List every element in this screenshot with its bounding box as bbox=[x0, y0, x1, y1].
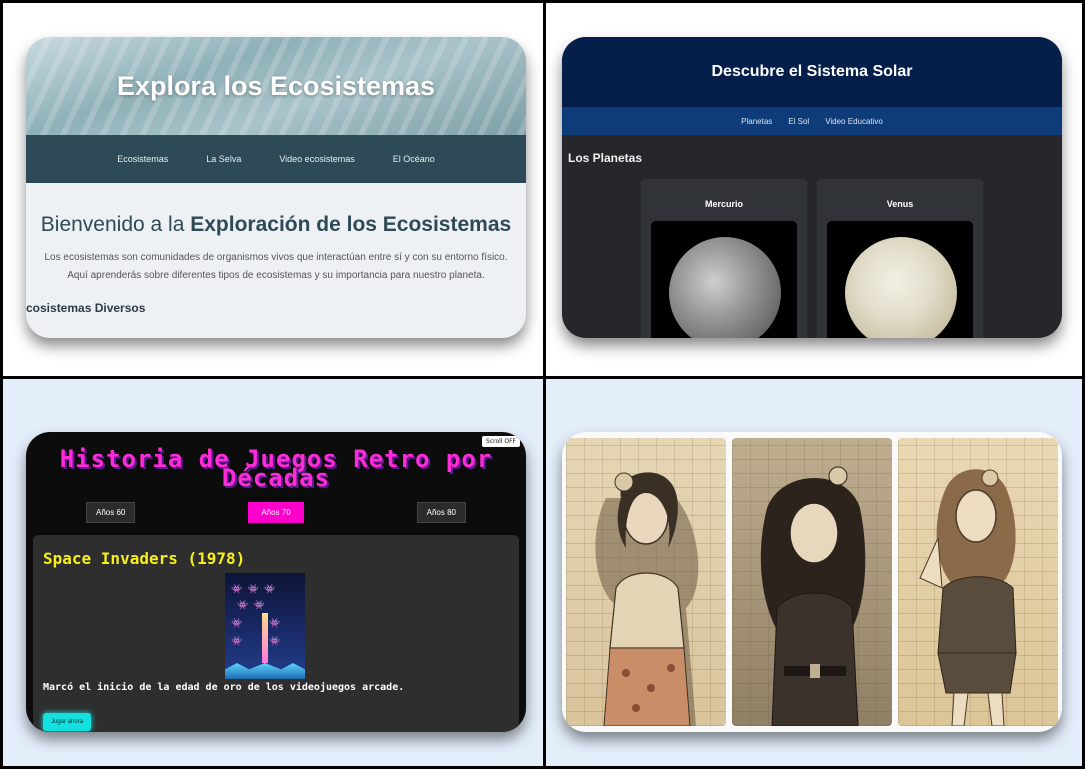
illustration-panel-1 bbox=[566, 438, 726, 726]
solar-title: Descubre el Sistema Solar bbox=[711, 63, 913, 80]
intro-line-1: Los ecosistemas son comunidades de organ… bbox=[44, 252, 508, 263]
solar-header: Descubre el Sistema Solar bbox=[562, 37, 1062, 107]
woman-portrait-icon bbox=[760, 466, 866, 726]
game-panel: Space Invaders (1978) 👾 👾 👾 👾 👾 👾 👾 👾 👾 … bbox=[33, 535, 519, 732]
nav-link-planetas[interactable]: Planetas bbox=[741, 117, 772, 126]
play-now-button[interactable]: Jugar ahora bbox=[43, 713, 92, 731]
retro-games-page-preview: Scroll OFF Historia de Juegos Retro por D… bbox=[26, 432, 526, 732]
game-description: Marcó el inicio de la edad de oro de los… bbox=[43, 682, 405, 693]
nav-link-el-sol[interactable]: El Sol bbox=[788, 117, 809, 126]
scroll-toggle-badge[interactable]: Scroll OFF bbox=[482, 436, 520, 447]
nav-link-video-ecosistemas[interactable]: Video ecosistemas bbox=[279, 154, 354, 164]
planet-image-venus bbox=[827, 221, 973, 338]
solar-system-page-preview: Descubre el Sistema Solar Planetas El So… bbox=[562, 37, 1062, 338]
illustration-panel-2 bbox=[732, 438, 892, 726]
nav-link-video-educativo[interactable]: Video Educativo bbox=[825, 117, 883, 126]
woman-in-overalls-icon bbox=[919, 469, 1017, 726]
ecosystems-hero-title: Explora los Ecosistemas bbox=[116, 70, 436, 101]
planet-image-mercurio bbox=[651, 221, 797, 338]
woman-with-flowers-icon bbox=[595, 472, 699, 726]
planets-grid: Mercurio Venus bbox=[641, 179, 1062, 338]
invader-icon: 👾 👾 bbox=[231, 619, 281, 629]
tab-anos-80[interactable]: Años 80 bbox=[416, 502, 466, 523]
ecosystems-welcome-heading: Bienvenido a la Exploración de los Ecosi… bbox=[26, 213, 526, 237]
intro-line-2: Aquí aprenderás sobre diferentes tipos d… bbox=[67, 270, 485, 281]
heading-prefix: Bienvenido a la bbox=[40, 213, 191, 236]
ecosystems-nav: Ecosistemas La Selva Video ecosistemas E… bbox=[26, 135, 526, 183]
mercury-planet-icon bbox=[669, 237, 781, 338]
pinup-illustrations-preview bbox=[562, 432, 1062, 732]
ecosystems-page-preview: Explora los Ecosistemas Ecosistemas La S… bbox=[26, 37, 526, 338]
planet-name: Venus bbox=[886, 199, 914, 209]
planets-section-title: Los Planetas bbox=[568, 151, 643, 165]
nav-link-el-oceano[interactable]: El Océano bbox=[393, 154, 435, 164]
invader-icon: 👾 👾 👾 bbox=[231, 585, 276, 595]
heading-bold: Exploración de los Ecosistemas bbox=[190, 213, 512, 236]
invader-icon: 👾 👾 bbox=[231, 637, 281, 647]
planet-card-venus[interactable]: Venus bbox=[817, 179, 983, 338]
grid-divider-horizontal bbox=[0, 376, 1085, 379]
planet-card-mercurio[interactable]: Mercurio bbox=[641, 179, 807, 338]
tab-anos-70[interactable]: Años 70 bbox=[248, 502, 304, 523]
invader-icon: 👾 👾 bbox=[237, 601, 265, 611]
planet-name: Mercurio bbox=[704, 199, 743, 209]
venus-planet-icon bbox=[845, 237, 957, 338]
ecosystems-hero: Explora los Ecosistemas bbox=[26, 37, 526, 135]
ecosystems-content: Bienvenido a la Exploración de los Ecosi… bbox=[26, 183, 526, 315]
illustration-panel-3 bbox=[898, 438, 1058, 726]
nav-link-ecosistemas[interactable]: Ecosistemas bbox=[117, 154, 168, 164]
grid-divider-vertical bbox=[543, 0, 546, 769]
ecosystems-subheading: Ecosistemas Diversos bbox=[26, 301, 146, 315]
retro-title-line-2: Décadas bbox=[221, 464, 331, 492]
ecosystems-intro: Los ecosistemas son comunidades de organ… bbox=[26, 249, 526, 285]
laser-beam-icon bbox=[262, 613, 268, 663]
nav-link-la-selva[interactable]: La Selva bbox=[206, 154, 241, 164]
decade-tabs: Años 60 Años 70 Años 80 bbox=[26, 502, 526, 523]
retro-title: Historia de Juegos Retro por Décadas bbox=[26, 447, 526, 490]
tab-anos-60[interactable]: Años 60 bbox=[86, 502, 136, 523]
solar-nav: Planetas El Sol Video Educativo bbox=[562, 107, 1062, 135]
ground-icon bbox=[225, 663, 305, 679]
game-title: Space Invaders (1978) bbox=[43, 549, 246, 568]
space-invaders-image: 👾 👾 👾 👾 👾 👾 👾 👾 👾 bbox=[225, 573, 305, 679]
